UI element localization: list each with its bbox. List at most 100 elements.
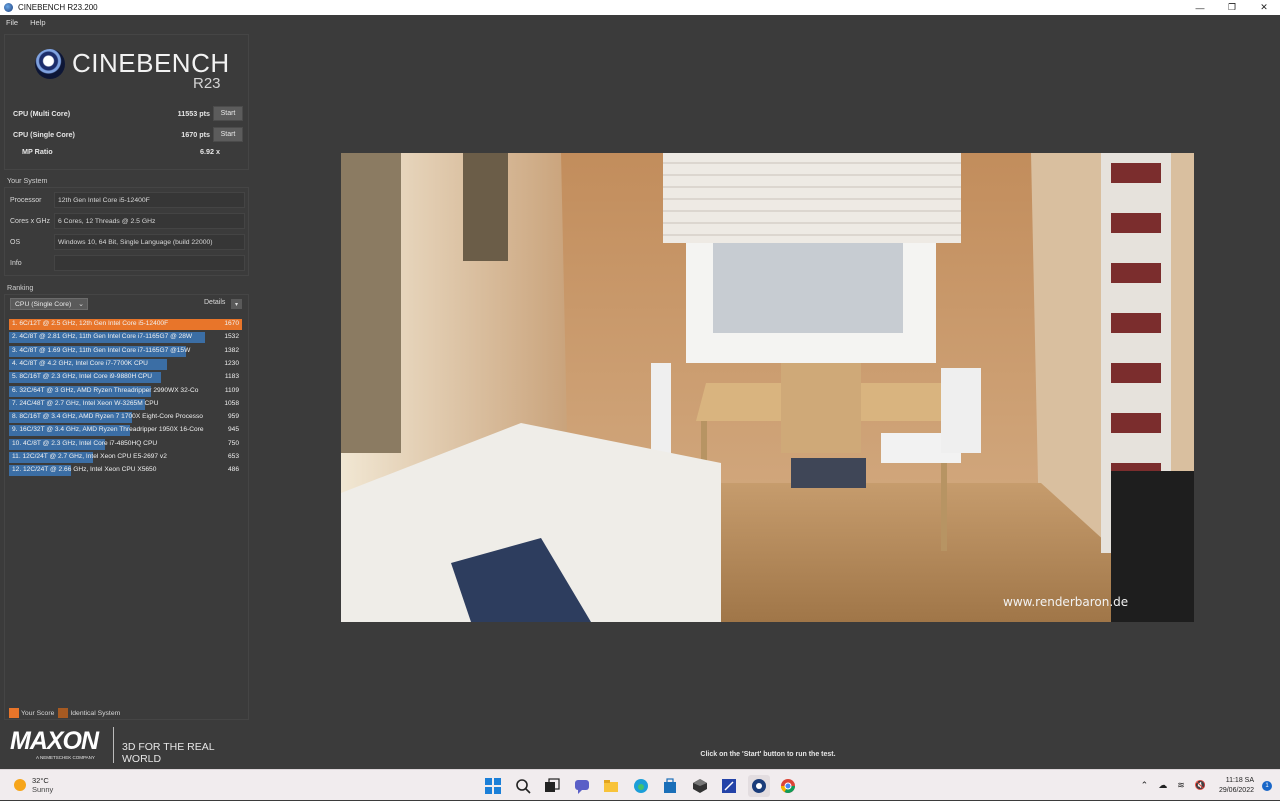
cinebench-taskbar-icon[interactable] — [747, 775, 770, 797]
ranking-row[interactable]: 8. 8C/16T @ 3.4 GHz, AMD Ryzen 7 1700X E… — [9, 412, 242, 424]
menu-bar: File Help — [0, 15, 1280, 29]
ranking-row[interactable]: 11. 12C/24T @ 2.7 GHz, Intel Xeon CPU E5… — [9, 452, 242, 463]
task-view-icon[interactable] — [541, 775, 563, 797]
minimize-button[interactable]: — — [1184, 0, 1216, 15]
volume-muted-icon[interactable]: 🔇 — [1195, 780, 1206, 791]
ranking-row-label: 8. 8C/16T @ 3.4 GHz, AMD Ryzen 7 1700X E… — [12, 413, 203, 421]
maxon-logo: MAXON A NEMETSCHEK COMPANY — [10, 727, 99, 760]
title-bar: CINEBENCH R23.200 — ❐ ✕ — [0, 0, 1280, 15]
cores-field[interactable]: 6 Cores, 12 Threads @ 2.5 GHz — [54, 213, 245, 229]
single-core-start-button[interactable]: Start — [213, 126, 243, 142]
chevron-up-icon[interactable]: ⌃ — [1141, 780, 1149, 791]
score-panel: CINEBENCH R23 CPU (Multi Core) 11553 pts… — [4, 34, 249, 170]
notification-badge[interactable]: 1 — [1262, 780, 1272, 791]
multi-core-score: 11553 pts — [177, 108, 210, 118]
ranking-panel — [4, 294, 249, 720]
ranking-title: Ranking — [7, 283, 34, 292]
ranking-row-score: 959 — [227, 413, 239, 421]
ranking-row-label: 12. 12C/24T @ 2.66 GHz, Intel Xeon CPU X… — [12, 466, 157, 474]
single-core-label: CPU (Single Core) — [13, 129, 75, 139]
single-core-score: 1670 pts — [181, 129, 210, 139]
ranking-legend: Your Score Identical System — [9, 708, 124, 718]
ranking-row[interactable]: 1. 6C/12T @ 2.5 GHz, 12th Gen Intel Core… — [9, 319, 242, 330]
pen-app-icon[interactable] — [718, 775, 740, 797]
details-toggle-button[interactable]: ▾ — [231, 299, 242, 309]
ranking-row-score: 1230 — [224, 359, 239, 367]
store-icon[interactable] — [659, 775, 681, 797]
system-row-cores: Cores x GHz 6 Cores, 12 Threads @ 2.5 GH… — [7, 212, 247, 230]
sun-icon — [14, 779, 26, 791]
onedrive-icon[interactable]: ☁ — [1158, 780, 1167, 791]
ranking-row[interactable]: 12. 12C/24T @ 2.66 GHz, Intel Xeon CPU X… — [9, 465, 242, 477]
edge-browser-icon[interactable] — [630, 775, 652, 797]
ranking-row-label: 11. 12C/24T @ 2.7 GHz, Intel Xeon CPU E5… — [12, 453, 167, 460]
ranking-row-score: 1058 — [224, 399, 239, 407]
ranking-row[interactable]: 9. 16C/32T @ 3.4 GHz, AMD Ryzen Threadri… — [9, 425, 242, 437]
ranking-type-select[interactable]: CPU (Single Core) ⌄ — [10, 298, 88, 310]
ranking-row-score: 1109 — [224, 386, 239, 394]
chevron-down-icon: ⌄ — [78, 301, 84, 308]
multi-core-label: CPU (Multi Core) — [13, 108, 71, 118]
weather-condition: Sunny — [32, 785, 54, 794]
windows-start-icon[interactable] — [482, 775, 504, 797]
menu-help[interactable]: Help — [24, 18, 51, 27]
brand-divider — [113, 727, 114, 763]
mp-ratio-label: MP Ratio — [22, 146, 53, 156]
search-icon[interactable] — [512, 775, 534, 797]
ranking-row-score: 1382 — [224, 346, 239, 354]
ranking-row[interactable]: 2. 4C/8T @ 2.81 GHz, 11th Gen Intel Core… — [9, 332, 242, 344]
render-view: www.renderbaron.de — [341, 153, 1194, 622]
clock[interactable]: 11:18 SA 29/06/2022 — [1219, 776, 1254, 796]
ranking-row-label: 9. 16C/32T @ 3.4 GHz, AMD Ryzen Threadri… — [12, 426, 204, 434]
system-row-info: Info — [7, 254, 247, 272]
taskbar: 32°C Sunny ⌃ ☁ ≋ 🔇 11:18 SA 29/06/2022 1 — [0, 769, 1280, 800]
ranking-row-label: 3. 4C/8T @ 1.69 GHz, 11th Gen Intel Core… — [12, 346, 191, 354]
cores-label: Cores x GHz — [10, 217, 51, 225]
info-field[interactable] — [54, 255, 245, 271]
ranking-row-score: 1183 — [224, 373, 239, 381]
identical-system-swatch — [58, 708, 69, 718]
ranking-row[interactable]: 3. 4C/8T @ 1.69 GHz, 11th Gen Intel Core… — [9, 345, 242, 357]
chat-icon[interactable] — [571, 775, 593, 797]
chrome-icon[interactable] — [777, 775, 799, 797]
multi-core-start-button[interactable]: Start — [213, 105, 243, 121]
your-system-title: Your System — [7, 176, 48, 185]
ranking-row[interactable]: 4. 4C/8T @ 4.2 GHz, Intel Core i7-7700K … — [9, 358, 242, 370]
ranking-row-score: 1670 — [224, 320, 239, 327]
ranking-row-score: 486 — [227, 466, 239, 474]
close-button[interactable]: ✕ — [1248, 0, 1280, 15]
cinebench-app-icon — [4, 3, 13, 12]
system-row-processor: Processor 12th Gen Intel Core i5-12400F — [7, 191, 247, 209]
os-field[interactable]: Windows 10, 64 Bit, Single Language (bui… — [54, 234, 245, 250]
ranking-row-label: 5. 8C/16T @ 2.3 GHz, Intel Core i9-9880H… — [12, 373, 152, 381]
ranking-row[interactable]: 6. 32C/64T @ 3 GHz, AMD Ryzen Threadripp… — [9, 385, 242, 397]
ranking-row-score: 945 — [227, 426, 239, 434]
weather-widget[interactable]: 32°C Sunny — [14, 776, 53, 794]
system-panel: Processor 12th Gen Intel Core i5-12400F … — [4, 187, 249, 276]
file-explorer-icon[interactable] — [600, 775, 622, 797]
ranking-row-score: 653 — [227, 453, 239, 460]
taskbar-apps — [482, 775, 807, 797]
processor-field[interactable]: 12th Gen Intel Core i5-12400F — [54, 192, 245, 208]
cube-app-icon[interactable] — [689, 775, 711, 797]
ranking-row-label: 7. 24C/48T @ 2.7 GHz, Intel Xeon W-3265M… — [12, 399, 159, 407]
your-score-swatch — [9, 708, 19, 718]
wifi-icon[interactable]: ≋ — [1177, 780, 1185, 791]
os-label: OS — [10, 238, 21, 246]
ranking-row[interactable]: 10. 4C/8T @ 2.3 GHz, Intel Core i7-4850H… — [9, 438, 242, 450]
info-label: Info — [10, 259, 22, 267]
ranking-row-label: 4. 4C/8T @ 4.2 GHz, Intel Core i7-7700K … — [12, 359, 148, 367]
ranking-row[interactable]: 5. 8C/16T @ 2.3 GHz, Intel Core i9-9880H… — [9, 372, 242, 384]
identical-system-legend: Identical System — [70, 709, 121, 717]
ranking-row-label: 2. 4C/8T @ 2.81 GHz, 11th Gen Intel Core… — [12, 333, 193, 341]
brand-tagline: 3D FOR THE REAL WORLD — [122, 741, 215, 765]
ranking-type-value: CPU (Single Core) — [15, 300, 72, 308]
menu-file[interactable]: File — [0, 18, 24, 27]
ranking-row[interactable]: 7. 24C/48T @ 2.7 GHz, Intel Xeon W-3265M… — [9, 398, 242, 410]
processor-label: Processor — [10, 196, 42, 204]
maxon-wordmark: MAXON — [10, 727, 99, 755]
clock-time: 11:18 SA — [1225, 776, 1254, 784]
maximize-button[interactable]: ❐ — [1216, 0, 1248, 15]
your-score-legend: Your Score — [21, 709, 55, 717]
mp-ratio-row: MP Ratio 6.92 x — [13, 143, 250, 159]
